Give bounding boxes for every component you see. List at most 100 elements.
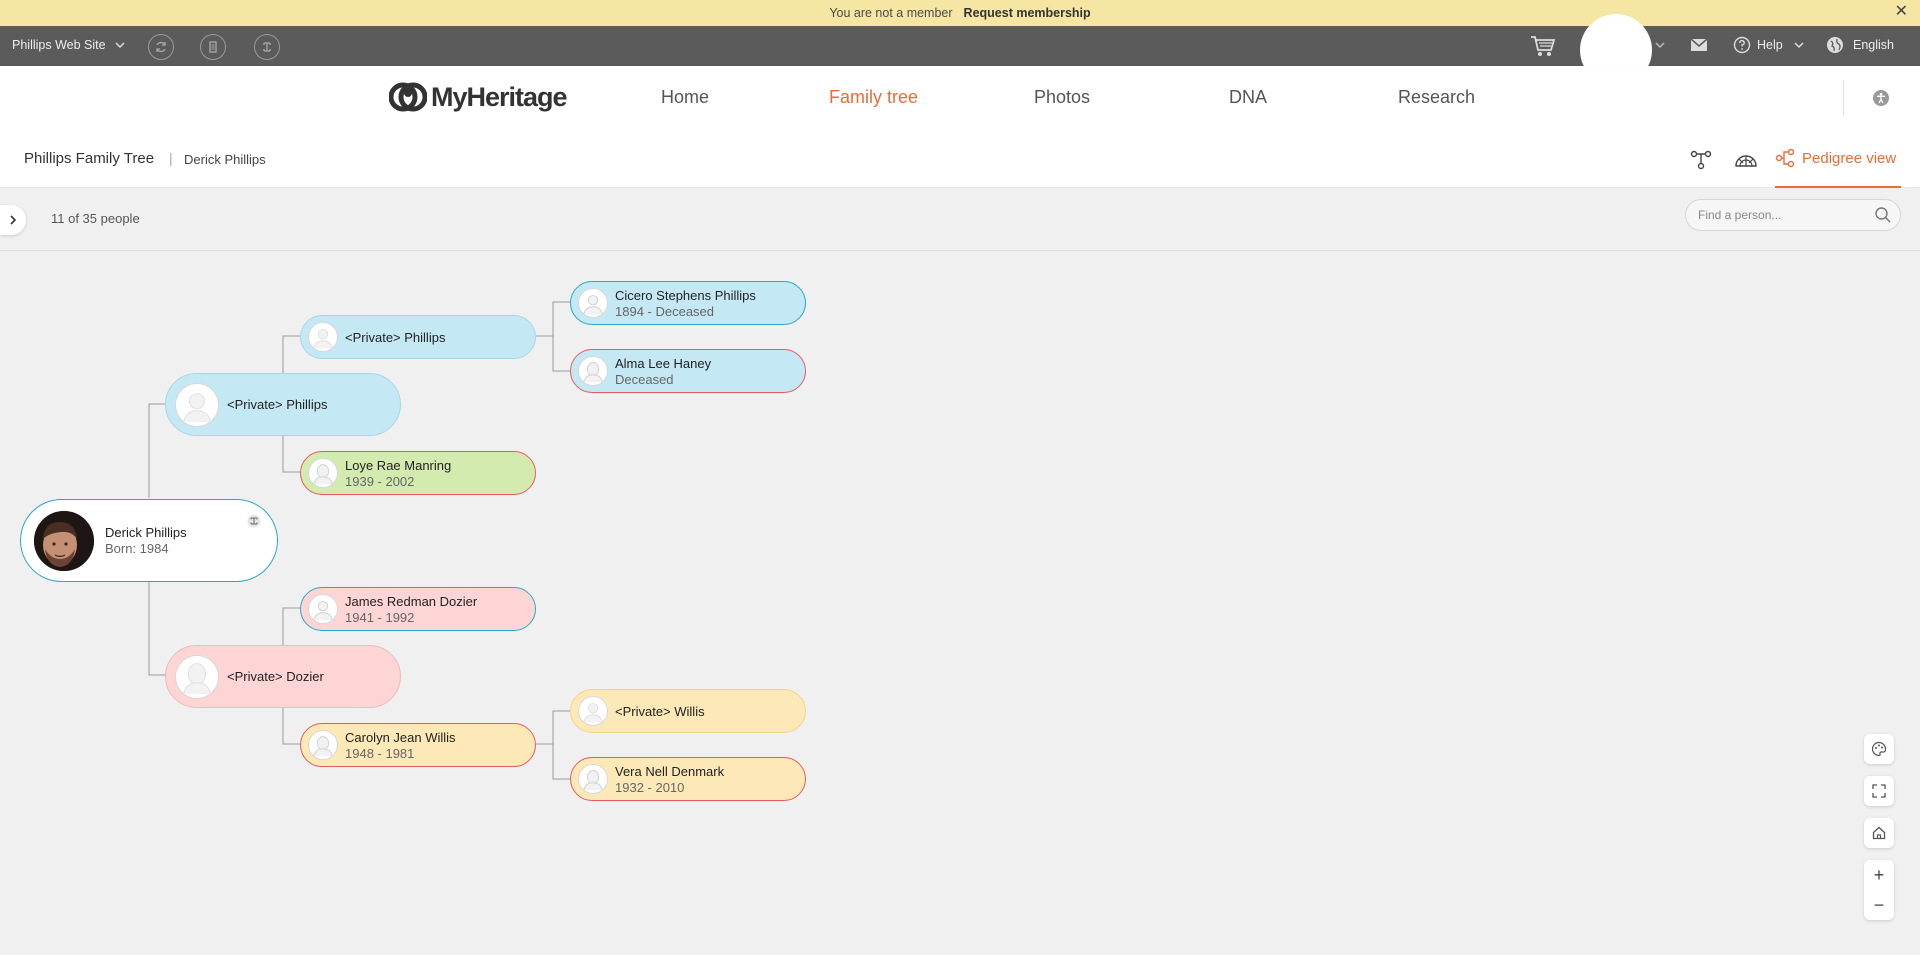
membership-message: You are not a member — [829, 6, 953, 20]
zoom-in-button[interactable]: + — [1864, 860, 1894, 890]
male-silhouette-icon — [578, 288, 608, 318]
palette-button[interactable] — [1864, 734, 1894, 764]
person-dates: 1939 - 2002 — [345, 473, 415, 489]
person-name: Vera Nell Denmark — [615, 763, 725, 779]
female-silhouette-icon — [175, 654, 219, 699]
connector-lines — [148, 301, 570, 780]
tree-header: Phillips Family Tree | Derick Phillips P… — [0, 130, 1920, 188]
help-icon — [1733, 36, 1751, 54]
family-view-icon[interactable] — [1690, 150, 1712, 170]
nav-photos[interactable]: Photos — [1034, 87, 1090, 108]
person-dates: Born: 1984 — [105, 541, 169, 556]
female-silhouette-icon — [578, 356, 608, 386]
nav-dna[interactable]: DNA — [1229, 87, 1267, 108]
nav-divider — [1843, 80, 1844, 116]
avatar — [34, 510, 94, 571]
find-person-input[interactable] — [1698, 208, 1868, 222]
person-card-maternal-grandfather[interactable]: James Redman Dozier 1941 - 1992 — [300, 587, 536, 631]
expand-panel-button[interactable] — [0, 205, 26, 235]
globe-icon — [1827, 37, 1843, 53]
chevron-down-icon[interactable] — [1654, 39, 1666, 51]
document-icon[interactable] — [200, 34, 226, 60]
chevron-down-icon — [115, 42, 125, 49]
myheritage-logo[interactable]: MyHeritage — [389, 81, 568, 113]
person-dates: 1894 - Deceased — [615, 303, 715, 319]
site-name: Phillips Web Site — [12, 38, 106, 52]
person-dates: 1932 - 2010 — [615, 779, 685, 795]
person-name: <Private> Willis — [615, 703, 705, 719]
close-icon[interactable]: ✕ — [1895, 4, 1908, 20]
nav-research[interactable]: Research — [1398, 87, 1475, 108]
tree-icon[interactable] — [254, 34, 280, 60]
help-label: Help — [1757, 38, 1783, 52]
tree-name[interactable]: Phillips Family Tree — [24, 150, 154, 167]
tree-icon[interactable] — [247, 514, 261, 528]
person-card-paternal-grandmother[interactable]: Loye Rae Manring 1939 - 2002 — [300, 451, 536, 495]
zoom-controls: + − — [1864, 860, 1894, 920]
person-card-root[interactable]: Derick Phillips Born: 1984 — [20, 499, 278, 582]
fan-view-icon[interactable] — [1734, 150, 1758, 170]
accessibility-icon[interactable] — [1873, 90, 1889, 106]
person-name: Cicero Stephens Phillips — [615, 287, 756, 303]
mail-icon[interactable] — [1690, 38, 1708, 52]
person-name: Derick Phillips — [105, 525, 187, 540]
female-silhouette-icon — [308, 730, 338, 760]
site-bar: Phillips Web Site Help English — [0, 14, 1920, 86]
person-dates: Deceased — [615, 371, 674, 387]
person-name: Carolyn Jean Willis — [345, 729, 456, 745]
person-name: <Private> Phillips — [345, 329, 446, 345]
cart-icon[interactable] — [1530, 34, 1556, 58]
person-card-maternal-grandmother[interactable]: Carolyn Jean Willis 1948 - 1981 — [300, 723, 536, 767]
sync-icon[interactable] — [148, 34, 174, 60]
person-card-mother[interactable]: <Private> Dozier — [165, 645, 401, 708]
language-selector[interactable]: English — [1826, 36, 1894, 54]
male-silhouette-icon — [578, 696, 608, 726]
person-dates: 1941 - 1992 — [345, 609, 415, 625]
zoom-out-button[interactable]: − — [1864, 890, 1894, 920]
language-label: English — [1853, 38, 1894, 52]
chevron-right-icon — [10, 215, 17, 225]
nav-family-tree[interactable]: Family tree — [829, 87, 918, 108]
person-name: Loye Rae Manring — [345, 457, 452, 473]
person-name: <Private> Dozier — [227, 669, 324, 684]
pedigree-icon — [1775, 148, 1795, 168]
female-silhouette-icon — [308, 458, 338, 488]
logo-text: MyHeritage — [431, 81, 568, 112]
person-name: <Private> Phillips — [227, 397, 328, 412]
site-selector[interactable]: Phillips Web Site — [12, 38, 126, 52]
female-silhouette-icon — [578, 764, 608, 794]
fullscreen-icon — [1872, 784, 1886, 798]
main-nav: MyHeritage Home Family tree Photos DNA R… — [0, 66, 1920, 130]
person-card-father[interactable]: <Private> Phillips — [165, 373, 401, 436]
male-silhouette-icon — [308, 594, 338, 624]
male-silhouette-icon — [175, 382, 219, 427]
search-icon[interactable] — [1874, 206, 1892, 224]
palette-icon — [1871, 741, 1887, 757]
chevron-down-icon — [1794, 42, 1804, 49]
person-name: Alma Lee Haney — [615, 355, 712, 371]
active-tab-underline — [1775, 186, 1901, 188]
pedigree-view-tab[interactable]: Pedigree view — [1775, 148, 1896, 168]
pedigree-view-label: Pedigree view — [1802, 149, 1897, 167]
person-card-paternal-grandfather[interactable]: <Private> Phillips — [300, 315, 536, 359]
fullscreen-button[interactable] — [1864, 776, 1894, 806]
person-card-great-grandmother-2[interactable]: Vera Nell Denmark 1932 - 2010 — [570, 757, 806, 801]
help-menu[interactable]: Help — [1733, 36, 1805, 54]
request-membership-link[interactable]: Request membership — [964, 6, 1091, 20]
people-count: 11 of 35 people — [51, 211, 140, 226]
person-dates: 1948 - 1981 — [345, 745, 415, 761]
male-silhouette-icon — [308, 322, 338, 352]
tree-canvas[interactable]: Derick Phillips Born: 1984 <Private> Phi… — [0, 251, 1920, 955]
person-card-great-grandfather-2[interactable]: <Private> Willis — [570, 689, 806, 733]
breadcrumb-separator: | — [169, 150, 173, 166]
home-button[interactable] — [1864, 818, 1894, 848]
person-name: James Redman Dozier — [345, 593, 478, 609]
filter-bar: 11 of 35 people — [0, 189, 1920, 251]
nav-home[interactable]: Home — [661, 87, 709, 108]
person-card-great-grandfather-1[interactable]: Cicero Stephens Phillips 1894 - Deceased — [570, 281, 806, 325]
person-card-great-grandmother-1[interactable]: Alma Lee Haney Deceased — [570, 349, 806, 393]
find-person-box — [1685, 199, 1901, 231]
logo-icon — [389, 82, 427, 112]
breadcrumb-person[interactable]: Derick Phillips — [184, 152, 266, 167]
home-icon — [1872, 826, 1886, 840]
